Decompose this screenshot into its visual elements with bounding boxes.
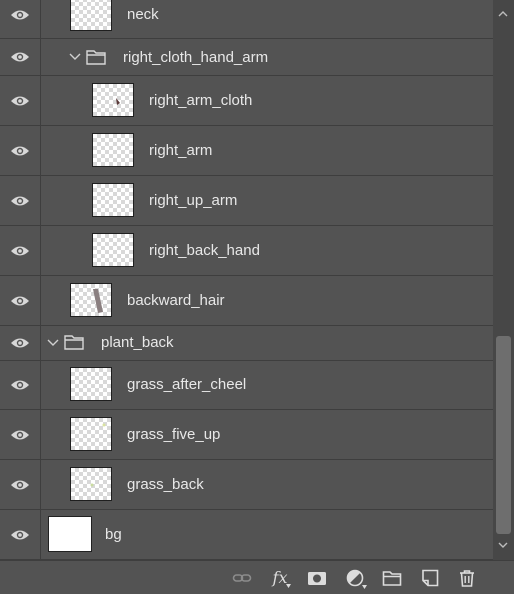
- eye-icon: [11, 246, 29, 255]
- layer-name[interactable]: right_arm_cloth: [149, 92, 252, 110]
- layer-thumbnail: [92, 83, 134, 117]
- layers-list: neck right_cloth_hand_arm right_arm_clot…: [0, 0, 493, 560]
- eye-icon: [11, 146, 29, 155]
- scroll-down-arrow-icon[interactable]: [498, 541, 508, 549]
- layer-thumbnail: [70, 417, 112, 451]
- layer-name[interactable]: neck: [127, 6, 159, 24]
- thumbnail-content: [116, 98, 120, 105]
- layer-name[interactable]: grass_back: [127, 476, 204, 494]
- layer-thumbnail: [48, 516, 92, 552]
- visibility-toggle[interactable]: [0, 410, 41, 459]
- visibility-toggle[interactable]: [0, 76, 41, 125]
- visibility-toggle[interactable]: [0, 226, 41, 275]
- visibility-toggle[interactable]: [0, 276, 41, 325]
- folder-icon: [86, 50, 106, 65]
- eye-icon: [11, 338, 29, 348]
- layer-row-backward-hair[interactable]: backward_hair: [0, 276, 493, 326]
- layer-name[interactable]: plant_back: [101, 334, 174, 352]
- eye-icon: [11, 10, 29, 20]
- new-layer-button[interactable]: [419, 567, 441, 589]
- layer-name[interactable]: grass_after_cheel: [127, 376, 246, 394]
- chevron-down-icon[interactable]: [69, 53, 81, 61]
- layer-row-grass-back[interactable]: grass_back: [0, 460, 493, 510]
- layer-name[interactable]: grass_five_up: [127, 426, 220, 444]
- mask-icon: [308, 572, 326, 585]
- visibility-toggle[interactable]: [0, 460, 41, 509]
- scrollbar[interactable]: [493, 0, 514, 560]
- layer-row-right-arm[interactable]: right_arm: [0, 126, 493, 176]
- thumbnail-content: [93, 289, 103, 313]
- visibility-toggle[interactable]: [0, 126, 41, 175]
- visibility-toggle[interactable]: [0, 326, 41, 360]
- new-group-button[interactable]: [381, 567, 403, 589]
- new-layer-icon: [422, 569, 439, 587]
- layer-group-right-cloth-hand-arm[interactable]: right_cloth_hand_arm: [0, 39, 493, 76]
- adjustment-layer-button[interactable]: [344, 567, 367, 589]
- eye-icon: [11, 380, 29, 390]
- layer-row-right-arm-cloth[interactable]: right_arm_cloth: [0, 76, 493, 126]
- layer-thumbnail: [92, 233, 134, 267]
- folder-icon: [382, 571, 402, 586]
- layer-thumbnail: [70, 0, 112, 31]
- layer-thumbnail: [70, 467, 112, 501]
- eye-icon: [11, 530, 29, 539]
- dropdown-arrow-icon: [362, 585, 367, 589]
- layers-footer-toolbar: fx: [0, 560, 514, 594]
- layer-row-grass-after-cheel[interactable]: grass_after_cheel: [0, 361, 493, 410]
- layer-name[interactable]: right_cloth_hand_arm: [123, 49, 268, 67]
- dropdown-arrow-icon: [286, 584, 291, 588]
- layer-group-plant-back[interactable]: plant_back: [0, 326, 493, 361]
- visibility-toggle[interactable]: [0, 361, 41, 409]
- layer-row-right-up-arm[interactable]: right_up_arm: [0, 176, 493, 226]
- eye-icon: [11, 52, 29, 62]
- thumbnail-content: [90, 483, 94, 487]
- layer-row-bg[interactable]: bg: [0, 510, 493, 560]
- visibility-toggle[interactable]: [0, 510, 41, 559]
- eye-icon: [11, 430, 29, 439]
- add-mask-button[interactable]: [306, 567, 328, 589]
- layer-thumbnail: [92, 133, 134, 167]
- folder-icon: [64, 335, 84, 350]
- visibility-toggle[interactable]: [0, 39, 41, 75]
- layer-thumbnail: [70, 283, 112, 317]
- link-layers-button[interactable]: [231, 567, 253, 589]
- chevron-down-icon[interactable]: [47, 339, 59, 347]
- visibility-toggle[interactable]: [0, 176, 41, 225]
- link-icon: [232, 574, 252, 582]
- layer-name[interactable]: right_back_hand: [149, 242, 260, 260]
- trash-icon: [460, 570, 474, 587]
- layer-row-right-back-hand[interactable]: right_back_hand: [0, 226, 493, 276]
- layer-name[interactable]: bg: [105, 526, 122, 544]
- eye-icon: [11, 196, 29, 205]
- layer-thumbnail: [70, 367, 112, 401]
- scroll-up-arrow-icon[interactable]: [498, 10, 508, 18]
- layer-style-button[interactable]: fx: [269, 567, 291, 589]
- layer-name[interactable]: right_up_arm: [149, 192, 237, 210]
- scrollbar-thumb[interactable]: [496, 336, 511, 534]
- eye-icon: [11, 296, 29, 305]
- layer-thumbnail: [92, 183, 134, 217]
- visibility-toggle[interactable]: [0, 0, 41, 38]
- layer-name[interactable]: backward_hair: [127, 292, 225, 310]
- eye-icon: [11, 480, 29, 489]
- layer-row-grass-five-up[interactable]: grass_five_up: [0, 410, 493, 460]
- layer-name[interactable]: right_arm: [149, 142, 212, 160]
- layer-row-neck[interactable]: neck: [0, 0, 493, 39]
- delete-layer-button[interactable]: [456, 567, 478, 589]
- thumbnail-content: [102, 423, 106, 427]
- eye-icon: [11, 96, 29, 105]
- layers-panel: neck right_cloth_hand_arm right_arm_clot…: [0, 0, 514, 594]
